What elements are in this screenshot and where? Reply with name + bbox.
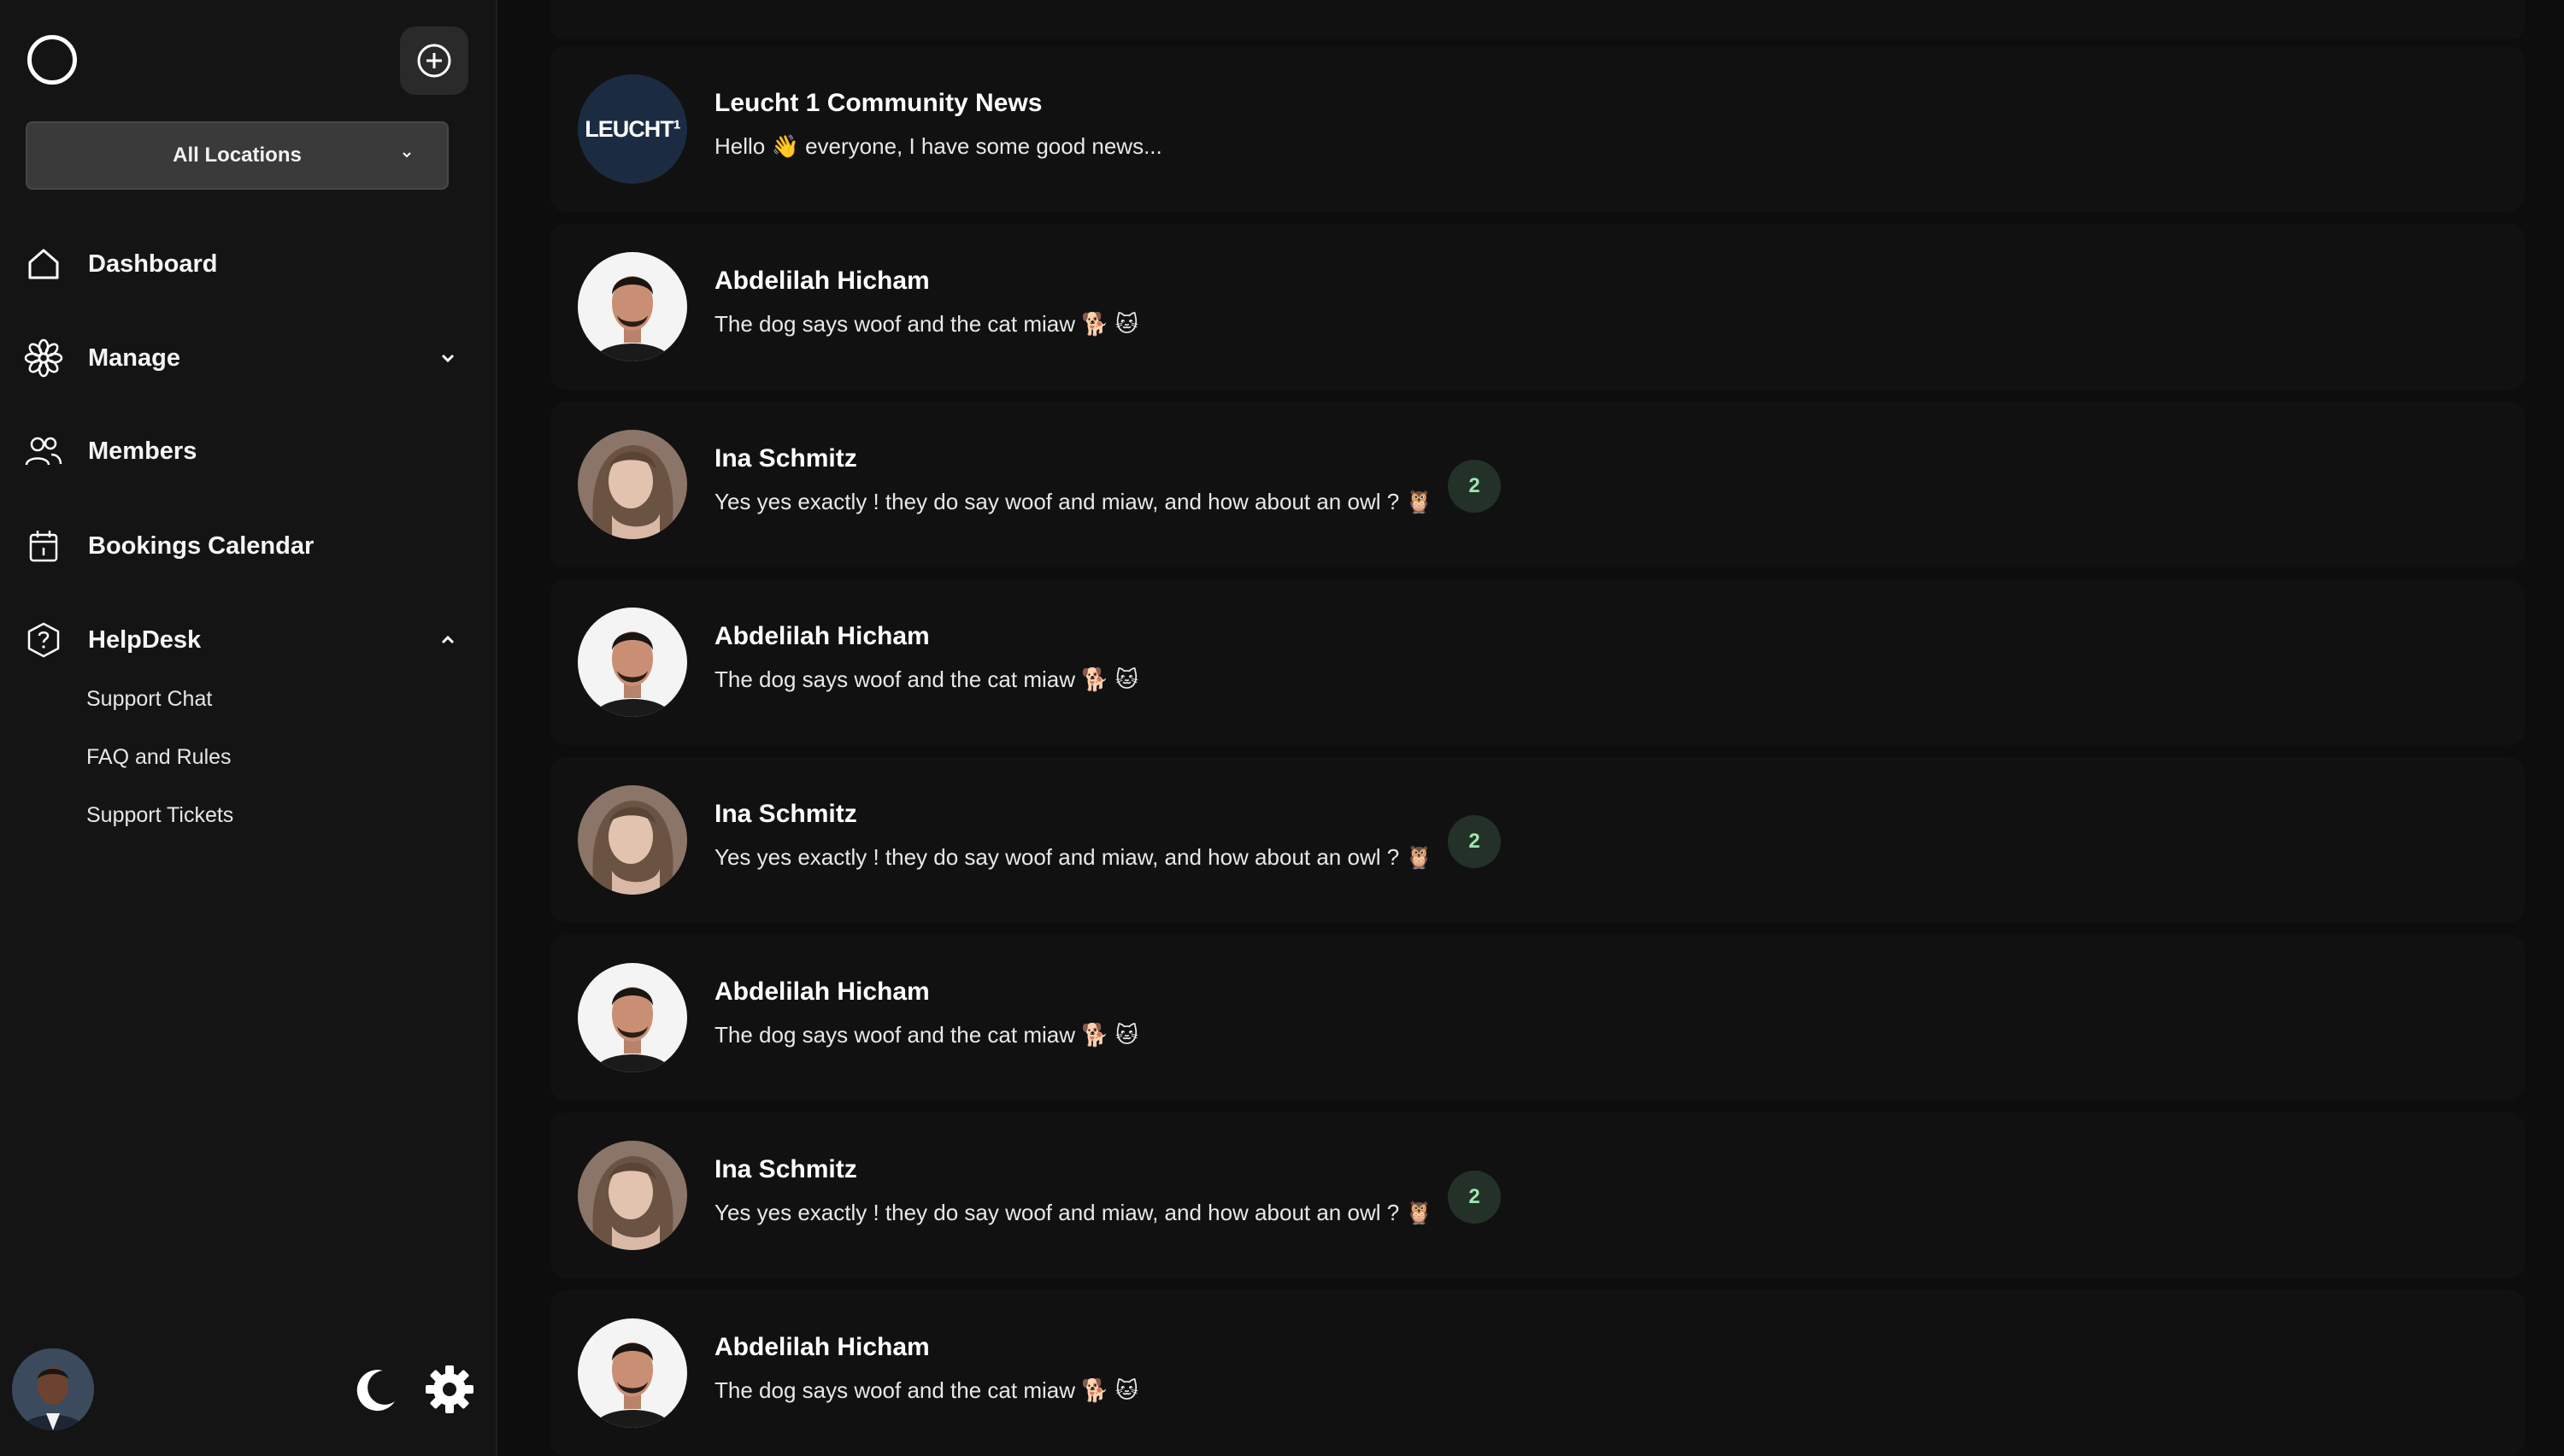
- man-avatar: [578, 252, 687, 361]
- chat-row[interactable]: LEUCHT¹ Leucht 1 Community News Hello 👋 …: [550, 46, 2525, 212]
- man-avatar: [578, 963, 687, 1072]
- chat-preview: Yes yes exactly ! they do say woof and m…: [715, 489, 1433, 514]
- chat-name: Leucht 1 Community News: [715, 89, 1043, 117]
- chat-preview: Yes yes exactly ! they do say woof and m…: [715, 1200, 1433, 1225]
- sub-item-support-chat[interactable]: Support Chat: [86, 687, 212, 712]
- app-logo[interactable]: [27, 35, 77, 85]
- settings-button[interactable]: [422, 1362, 477, 1417]
- list-top-edge: [550, 0, 2525, 39]
- unread-badge: 2: [1448, 460, 1501, 513]
- man-avatar: [578, 1318, 687, 1428]
- nav-bookings-calendar[interactable]: Bookings Calendar: [24, 520, 468, 572]
- chat-row[interactable]: Abdelilah Hicham The dog says woof and t…: [550, 224, 2525, 390]
- nav-helpdesk-label: HelpDesk: [88, 625, 202, 654]
- nav-manage-label: Manage: [88, 343, 180, 372]
- chat-name: Abdelilah Hicham: [715, 622, 930, 650]
- woman-avatar: [578, 430, 687, 539]
- chat-name: Abdelilah Hicham: [715, 978, 930, 1006]
- chat-preview: Yes yes exactly ! they do say woof and m…: [715, 844, 1433, 870]
- chat-name: Ina Schmitz: [715, 444, 857, 473]
- chat-name: Ina Schmitz: [715, 1155, 857, 1183]
- chevron-down-icon: [403, 152, 411, 158]
- chat-preview: Hello 👋 everyone, I have some good news.…: [715, 133, 1162, 159]
- nav-dashboard[interactable]: Dashboard: [24, 238, 468, 290]
- chat-preview: The dog says woof and the cat miaw 🐕 🐱: [715, 1022, 1138, 1048]
- man-avatar: [578, 608, 687, 717]
- chat-preview: The dog says woof and the cat miaw 🐕 🐱: [715, 1377, 1138, 1403]
- leucht-logo: LEUCHT¹: [578, 74, 687, 184]
- plus-circle-icon: [417, 44, 451, 78]
- nav-dashboard-label: Dashboard: [88, 250, 218, 278]
- sub-item-faq-and-rules[interactable]: FAQ and Rules: [86, 745, 232, 770]
- chevron-up-icon: [441, 635, 455, 644]
- user-avatar[interactable]: [12, 1348, 94, 1430]
- users-icon: [24, 432, 63, 471]
- chat-name: Abdelilah Hicham: [715, 267, 930, 295]
- gear-icon: [426, 1365, 473, 1413]
- flower-icon: [24, 338, 63, 378]
- calendar-icon: [24, 526, 63, 566]
- sidebar: All Locations Dashboard Manage Members B…: [0, 0, 497, 1456]
- app-root: All Locations Dashboard Manage Members B…: [0, 0, 2564, 1456]
- woman-avatar: [578, 1141, 687, 1250]
- location-select-label: All Locations: [173, 144, 302, 167]
- chat-preview: The dog says woof and the cat miaw 🐕 🐱: [715, 666, 1138, 692]
- home-icon: [24, 244, 63, 284]
- chat-name: Abdelilah Hicham: [715, 1333, 930, 1361]
- chat-row[interactable]: Abdelilah Hicham The dog says woof and t…: [550, 579, 2525, 745]
- chat-row[interactable]: Ina Schmitz Yes yes exactly ! they do sa…: [550, 757, 2525, 923]
- chat-row[interactable]: Ina Schmitz Yes yes exactly ! they do sa…: [550, 402, 2525, 567]
- unread-badge: 2: [1448, 1171, 1501, 1224]
- help-hexagon-icon: [24, 620, 63, 660]
- nav-members[interactable]: Members: [24, 426, 468, 477]
- nav-helpdesk[interactable]: HelpDesk: [24, 614, 468, 666]
- chevron-down-icon: [441, 354, 455, 363]
- chat-row[interactable]: Ina Schmitz Yes yes exactly ! they do sa…: [550, 1113, 2525, 1278]
- sub-item-support-tickets[interactable]: Support Tickets: [86, 803, 233, 828]
- chat-row[interactable]: Abdelilah Hicham The dog says woof and t…: [550, 935, 2525, 1101]
- chat-list: LEUCHT¹ Leucht 1 Community News Hello 👋 …: [497, 0, 2564, 1456]
- nav-members-label: Members: [88, 437, 197, 465]
- location-select[interactable]: All Locations: [26, 121, 449, 190]
- add-button[interactable]: [400, 26, 468, 95]
- group-avatar: LEUCHT¹: [578, 74, 687, 184]
- moon-icon: [356, 1370, 395, 1412]
- chat-row[interactable]: Abdelilah Hicham The dog says woof and t…: [550, 1290, 2525, 1456]
- chat-preview: The dog says woof and the cat miaw 🐕 🐱: [715, 311, 1138, 337]
- nav-manage[interactable]: Manage: [24, 332, 468, 384]
- unread-badge: 2: [1448, 815, 1501, 868]
- dark-mode-toggle[interactable]: [350, 1364, 402, 1415]
- woman-avatar: [578, 785, 687, 895]
- nav-bookings-calendar-label: Bookings Calendar: [88, 531, 315, 560]
- chat-name: Ina Schmitz: [715, 800, 857, 828]
